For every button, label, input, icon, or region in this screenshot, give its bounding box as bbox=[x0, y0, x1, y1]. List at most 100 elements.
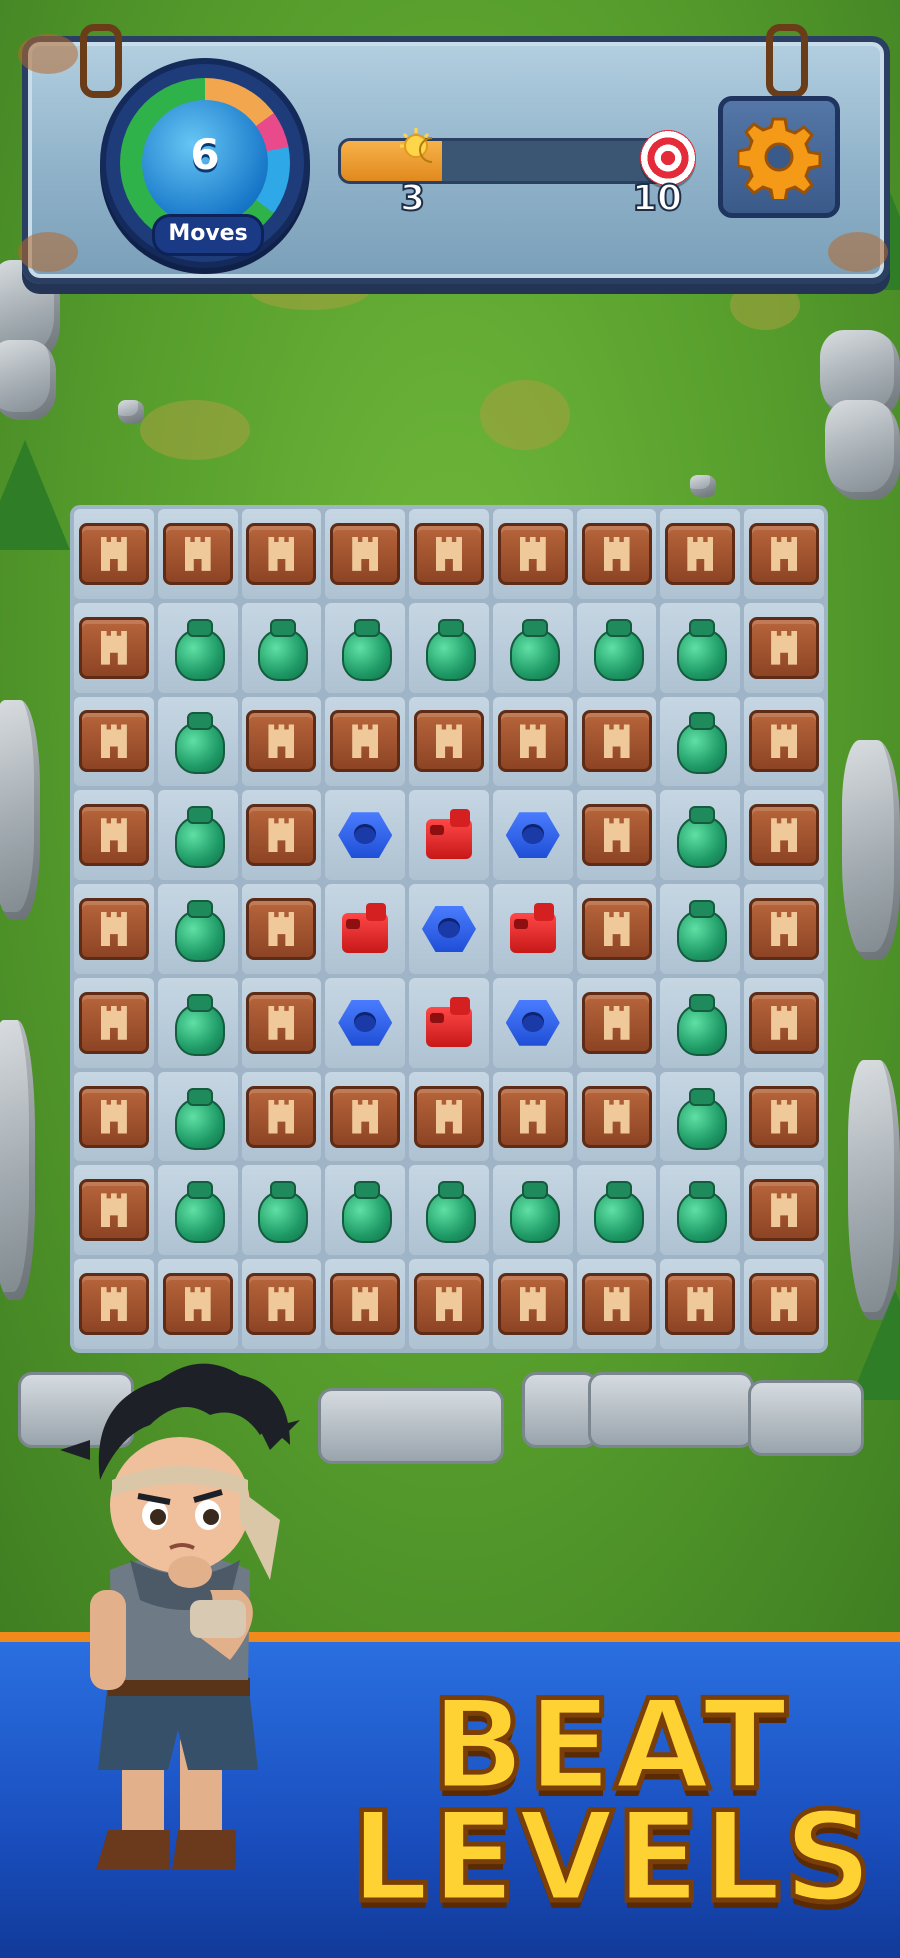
red-jerrycan-tile[interactable] bbox=[340, 902, 390, 955]
board-cell[interactable] bbox=[74, 696, 154, 787]
wooden-crate-tile[interactable] bbox=[749, 710, 820, 773]
wooden-crate-tile[interactable] bbox=[665, 1273, 736, 1336]
green-vase-tile[interactable] bbox=[171, 992, 225, 1056]
board-cell[interactable] bbox=[492, 509, 573, 599]
board-cell[interactable] bbox=[241, 1071, 322, 1162]
wooden-crate-tile[interactable] bbox=[665, 522, 736, 585]
board-cell[interactable] bbox=[325, 1165, 406, 1256]
wooden-crate-tile[interactable] bbox=[78, 616, 149, 679]
wooden-crate-tile[interactable] bbox=[330, 1085, 401, 1148]
board-cell[interactable] bbox=[241, 884, 322, 974]
board-cell[interactable] bbox=[325, 790, 406, 881]
green-vase-tile[interactable] bbox=[338, 617, 393, 681]
board-cell[interactable] bbox=[74, 884, 154, 974]
green-vase-tile[interactable] bbox=[590, 1179, 644, 1244]
green-vase-tile[interactable] bbox=[171, 804, 225, 869]
board-cell[interactable] bbox=[325, 602, 406, 693]
board-cell[interactable] bbox=[660, 884, 741, 974]
board-cell[interactable] bbox=[157, 977, 238, 1068]
board-cell[interactable] bbox=[409, 1259, 489, 1349]
blue-hex-nut-tile[interactable] bbox=[338, 812, 393, 859]
wooden-crate-tile[interactable] bbox=[78, 1085, 149, 1148]
wooden-crate-tile[interactable] bbox=[246, 1085, 317, 1148]
green-vase-tile[interactable] bbox=[422, 617, 476, 681]
board-cell[interactable] bbox=[409, 1165, 489, 1256]
green-vase-tile[interactable] bbox=[590, 617, 644, 681]
board-cell[interactable] bbox=[241, 790, 322, 881]
board-cell[interactable] bbox=[576, 602, 657, 693]
board-cell[interactable] bbox=[325, 696, 406, 787]
board-cell[interactable] bbox=[409, 602, 489, 693]
board-cell[interactable] bbox=[409, 1071, 489, 1162]
settings-button[interactable] bbox=[718, 96, 840, 218]
wooden-crate-tile[interactable] bbox=[413, 710, 484, 773]
board-cell[interactable] bbox=[157, 1165, 238, 1256]
wooden-crate-tile[interactable] bbox=[78, 522, 149, 585]
board-cell[interactable] bbox=[492, 884, 573, 974]
green-vase-tile[interactable] bbox=[673, 804, 728, 869]
board-cell[interactable] bbox=[660, 1259, 741, 1349]
board-cell[interactable] bbox=[325, 509, 406, 599]
green-vase-tile[interactable] bbox=[254, 617, 309, 681]
wooden-crate-tile[interactable] bbox=[330, 710, 401, 773]
green-vase-tile[interactable] bbox=[338, 1179, 393, 1244]
wooden-crate-tile[interactable] bbox=[581, 1085, 652, 1148]
green-vase-tile[interactable] bbox=[673, 1179, 728, 1244]
board-cell[interactable] bbox=[492, 602, 573, 693]
wooden-crate-tile[interactable] bbox=[581, 897, 652, 960]
wooden-crate-tile[interactable] bbox=[581, 710, 652, 773]
green-vase-tile[interactable] bbox=[673, 1086, 728, 1150]
board-cell[interactable] bbox=[157, 1071, 238, 1162]
board-cell[interactable] bbox=[325, 1259, 406, 1349]
board-cell[interactable] bbox=[492, 1165, 573, 1256]
green-vase-tile[interactable] bbox=[171, 898, 225, 962]
board-cell[interactable] bbox=[660, 790, 741, 881]
wooden-crate-tile[interactable] bbox=[749, 616, 820, 679]
board-cell[interactable] bbox=[492, 790, 573, 881]
wooden-crate-tile[interactable] bbox=[581, 991, 652, 1054]
board-cell[interactable] bbox=[492, 977, 573, 1068]
wooden-crate-tile[interactable] bbox=[330, 1273, 401, 1336]
board-cell[interactable] bbox=[744, 1071, 824, 1162]
wooden-crate-tile[interactable] bbox=[162, 522, 233, 585]
board-cell[interactable] bbox=[74, 602, 154, 693]
green-vase-tile[interactable] bbox=[673, 617, 728, 681]
wooden-crate-tile[interactable] bbox=[246, 804, 317, 867]
red-jerrycan-tile[interactable] bbox=[424, 996, 474, 1049]
board-cell[interactable] bbox=[576, 884, 657, 974]
board-cell[interactable] bbox=[74, 1165, 154, 1256]
board-cell[interactable] bbox=[492, 696, 573, 787]
blue-hex-nut-tile[interactable] bbox=[505, 999, 560, 1046]
board-cell[interactable] bbox=[157, 790, 238, 881]
board-cell[interactable] bbox=[409, 696, 489, 787]
red-jerrycan-tile[interactable] bbox=[424, 809, 474, 861]
board-cell[interactable] bbox=[660, 977, 741, 1068]
board-cell[interactable] bbox=[744, 884, 824, 974]
board-cell[interactable] bbox=[325, 884, 406, 974]
wooden-crate-tile[interactable] bbox=[78, 710, 149, 773]
wooden-crate-tile[interactable] bbox=[78, 897, 149, 960]
board-cell[interactable] bbox=[241, 977, 322, 1068]
board-cell[interactable] bbox=[744, 790, 824, 881]
board-cell[interactable] bbox=[660, 509, 741, 599]
green-vase-tile[interactable] bbox=[254, 1179, 309, 1244]
game-board[interactable] bbox=[70, 505, 828, 1353]
green-vase-tile[interactable] bbox=[171, 1086, 225, 1150]
wooden-crate-tile[interactable] bbox=[749, 1179, 820, 1242]
wooden-crate-tile[interactable] bbox=[581, 522, 652, 585]
board-cell[interactable] bbox=[744, 509, 824, 599]
green-vase-tile[interactable] bbox=[673, 992, 728, 1056]
board-cell[interactable] bbox=[157, 696, 238, 787]
wooden-crate-tile[interactable] bbox=[581, 1273, 652, 1336]
green-vase-tile[interactable] bbox=[422, 1179, 476, 1244]
board-cell[interactable] bbox=[325, 977, 406, 1068]
blue-hex-nut-tile[interactable] bbox=[338, 999, 393, 1046]
wooden-crate-tile[interactable] bbox=[78, 804, 149, 867]
board-cell[interactable] bbox=[409, 790, 489, 881]
board-cell[interactable] bbox=[409, 884, 489, 974]
wooden-crate-tile[interactable] bbox=[749, 897, 820, 960]
board-cell[interactable] bbox=[492, 1259, 573, 1349]
wooden-crate-tile[interactable] bbox=[497, 1273, 568, 1336]
wooden-crate-tile[interactable] bbox=[749, 1273, 820, 1336]
board-cell[interactable] bbox=[157, 884, 238, 974]
